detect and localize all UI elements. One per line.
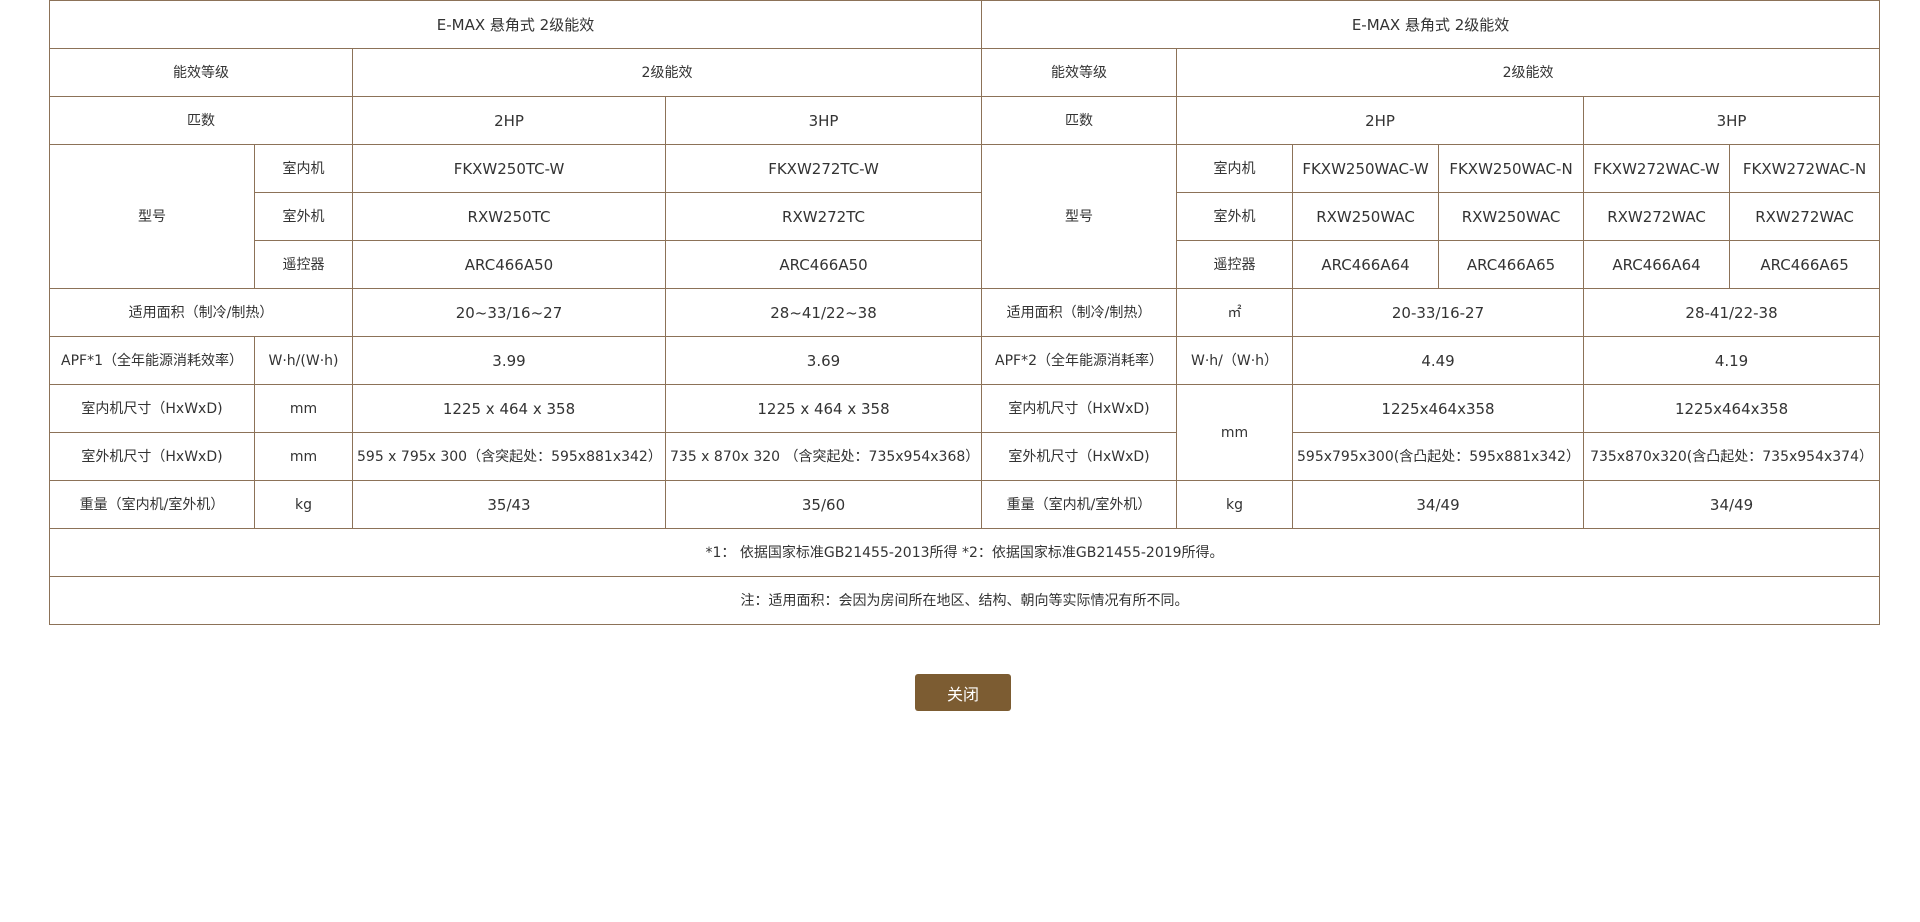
left-weight-unit: kg (254, 480, 353, 529)
left-indoor-size-label: 室内机尺寸（HxWxD) (49, 384, 255, 433)
left-area-2hp: 20~33/16~27 (352, 288, 666, 337)
right-apf-unit: W·h/（W·h） (1176, 336, 1294, 385)
right-indoor-1: FKXW250WAC-W (1292, 144, 1440, 193)
right-efficiency-label: 能效等级 (981, 48, 1178, 97)
right-remote-4: ARC466A65 (1729, 240, 1881, 289)
row-footnote: *1： 依据国家标准GB21455-2013所得 *2：依据国家标准GB2145… (48, 528, 1881, 577)
right-hp-label: 匹数 (981, 96, 1178, 145)
right-area-2hp: 20-33/16-27 (1292, 288, 1585, 337)
left-apf-unit: W·h/(W·h) (254, 336, 353, 385)
right-weight-label: 重量（室内机/室外机） (981, 480, 1178, 529)
left-outdoor-label: 室外机 (254, 192, 353, 241)
area-note: 注：适用面积：会因为房间所在地区、结构、朝向等实际情况有所不同。 (48, 576, 1881, 625)
left-indoor-size-3hp: 1225 x 464 x 358 (664, 384, 983, 433)
right-outdoor-size-label: 室外机尺寸（HxWxD) (981, 432, 1178, 481)
left-outdoor-2hp: RXW250TC (352, 192, 666, 241)
spec-table-container: E-MAX 悬角式 2级能效 E-MAX 悬角式 2级能效 能效等级 2级能效 … (48, 0, 1881, 625)
right-size-unit: mm (1176, 384, 1294, 481)
right-remote-3: ARC466A64 (1583, 240, 1731, 289)
left-efficiency-label: 能效等级 (49, 48, 353, 97)
row-note: 注：适用面积：会因为房间所在地区、结构、朝向等实际情况有所不同。 (48, 576, 1881, 625)
right-hp-3: 3HP (1583, 96, 1881, 145)
right-remote-label: 遥控器 (1176, 240, 1294, 289)
right-remote-2: ARC466A65 (1438, 240, 1585, 289)
left-weight-label: 重量（室内机/室外机） (49, 480, 255, 529)
right-indoor-size-label: 室内机尺寸（HxWxD) (981, 384, 1178, 433)
row-outdoor-model: 室外机 RXW250TC RXW272TC 室外机 RXW250WAC RXW2… (50, 192, 1881, 241)
left-apf-2hp: 3.99 (352, 336, 666, 385)
right-outdoor-size-2hp: 595x795x300(含凸起处：595x881x342） (1292, 432, 1585, 481)
right-apf-3hp: 4.19 (1583, 336, 1881, 385)
left-outdoor-size-label: 室外机尺寸（HxWxD) (49, 432, 255, 481)
row-efficiency: 能效等级 2级能效 能效等级 2级能效 (49, 48, 1881, 97)
left-outdoor-size-3hp: 735 x 870x 320 （含突起处：735x954x368） (664, 432, 983, 481)
left-remote-3hp: ARC466A50 (664, 240, 983, 289)
left-hp-3: 3HP (664, 96, 983, 145)
row-outdoor-size: 室外机尺寸（HxWxD) mm 595 x 795x 300（含突起处：595x… (49, 432, 1881, 481)
right-indoor-label: 室内机 (1176, 144, 1294, 193)
left-weight-3hp: 35/60 (664, 480, 983, 529)
spec-table: E-MAX 悬角式 2级能效 E-MAX 悬角式 2级能效 能效等级 2级能效 … (48, 0, 1881, 625)
left-outdoor-3hp: RXW272TC (664, 192, 983, 241)
right-area-3hp: 28-41/22-38 (1583, 288, 1881, 337)
right-remote-1: ARC466A64 (1292, 240, 1440, 289)
close-button[interactable]: 关闭 (915, 674, 1011, 711)
right-apf-label: APF*2（全年能源消耗率） (981, 336, 1178, 385)
left-title: E-MAX 悬角式 2级能效 (48, 0, 983, 49)
right-model-label: 型号 (981, 144, 1178, 289)
left-apf-label: APF*1（全年能源消耗效率） (49, 336, 255, 385)
left-efficiency-value: 2级能效 (351, 48, 983, 97)
right-weight-2hp: 34/49 (1292, 480, 1585, 529)
row-weight: 重量（室内机/室外机） kg 35/43 35/60 重量（室内机/室外机） k… (49, 480, 1881, 529)
right-weight-3hp: 34/49 (1583, 480, 1881, 529)
left-outdoor-size-2hp: 595 x 795x 300（含突起处：595x881x342） (352, 432, 666, 481)
left-remote-2hp: ARC466A50 (352, 240, 666, 289)
right-outdoor-4: RXW272WAC (1729, 192, 1881, 241)
right-apf-2hp: 4.49 (1292, 336, 1585, 385)
right-indoor-2: FKXW250WAC-N (1438, 144, 1585, 193)
row-indoor-size: 室内机尺寸（HxWxD) mm 1225 x 464 x 358 1225 x … (49, 384, 1881, 481)
right-outdoor-3: RXW272WAC (1583, 192, 1731, 241)
left-model-label: 型号 (49, 144, 255, 289)
right-weight-unit: kg (1176, 480, 1294, 529)
left-indoor-size-unit: mm (254, 384, 353, 433)
left-weight-2hp: 35/43 (352, 480, 666, 529)
row-title: E-MAX 悬角式 2级能效 E-MAX 悬角式 2级能效 (48, 0, 1881, 49)
right-title: E-MAX 悬角式 2级能效 (981, 0, 1881, 49)
left-outdoor-size-unit: mm (254, 432, 353, 481)
left-area-3hp: 28~41/22~38 (664, 288, 983, 337)
right-outdoor-1: RXW250WAC (1292, 192, 1440, 241)
row-hp: 匹数 2HP 3HP 匹数 2HP 3HP (49, 96, 1881, 145)
close-button-area: 关闭 (0, 674, 1920, 712)
right-efficiency-value: 2级能效 (1176, 48, 1881, 97)
right-indoor-4: FKXW272WAC-N (1729, 144, 1881, 193)
left-remote-label: 遥控器 (254, 240, 353, 289)
right-area-label: 适用面积（制冷/制热） (981, 288, 1178, 337)
right-hp-2: 2HP (1176, 96, 1585, 145)
left-indoor-3hp: FKXW272TC-W (664, 144, 983, 193)
right-indoor-size-2hp: 1225x464x358 (1292, 384, 1585, 433)
left-indoor-2hp: FKXW250TC-W (352, 144, 666, 193)
row-remote: 遥控器 ARC466A50 ARC466A50 遥控器 ARC466A64 AR… (50, 240, 1881, 289)
left-indoor-size-2hp: 1225 x 464 x 358 (352, 384, 666, 433)
right-outdoor-2: RXW250WAC (1438, 192, 1585, 241)
left-indoor-label: 室内机 (254, 144, 353, 193)
left-area-label: 适用面积（制冷/制热） (49, 288, 353, 337)
right-indoor-3: FKXW272WAC-W (1583, 144, 1731, 193)
right-outdoor-size-3hp: 735x870x320(含凸起处：735x954x374） (1583, 432, 1881, 481)
right-area-unit: ㎡ (1176, 288, 1294, 337)
right-outdoor-label: 室外机 (1176, 192, 1294, 241)
footnote: *1： 依据国家标准GB21455-2013所得 *2：依据国家标准GB2145… (48, 528, 1881, 577)
row-indoor-model: 型号 室内机 FKXW250TC-W FKXW272TC-W 型号 室内机 FK… (49, 144, 1881, 289)
row-apf: APF*1（全年能源消耗效率） W·h/(W·h) 3.99 3.69 APF*… (49, 336, 1881, 385)
left-apf-3hp: 3.69 (664, 336, 983, 385)
row-area: 适用面积（制冷/制热） 20~33/16~27 28~41/22~38 适用面积… (49, 288, 1881, 337)
left-hp-2: 2HP (352, 96, 666, 145)
right-indoor-size-3hp: 1225x464x358 (1583, 384, 1881, 433)
left-hp-label: 匹数 (49, 96, 353, 145)
